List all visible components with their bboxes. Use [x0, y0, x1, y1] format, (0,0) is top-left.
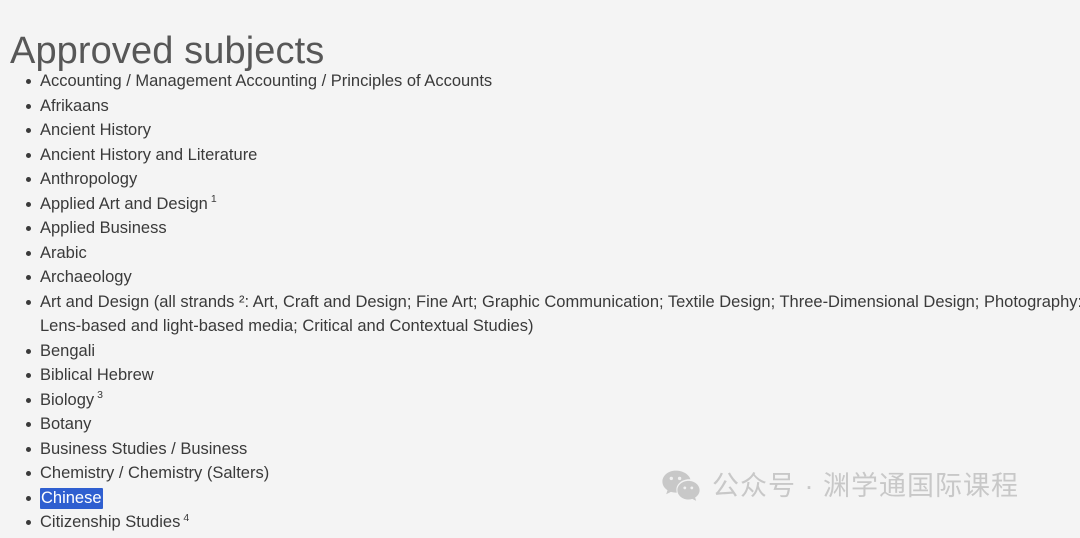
bullet-icon [26, 275, 31, 280]
bullet-icon [26, 79, 31, 84]
watermark: 公众号 · 渊学通国际课程 [662, 470, 1019, 503]
list-item[interactable]: Botany [26, 412, 1080, 437]
list-item[interactable]: Ancient History [26, 118, 1080, 143]
list-item[interactable]: Ancient History and Literature [26, 143, 1080, 168]
list-item-label: Botany [40, 415, 92, 433]
list-item-label: Ancient History and Literature [40, 145, 258, 164]
footnote-marker: 4 [183, 511, 190, 524]
approved-subjects-list: Accounting / Management Accounting / Pri… [0, 69, 1080, 535]
list-item-label: Applied Business [40, 219, 167, 237]
bullet-icon [26, 373, 31, 378]
bullet-icon [26, 128, 31, 133]
list-item-label: Business Studies / Business [40, 439, 248, 458]
list-item-label: Accounting / Management Accounting / Pri… [40, 72, 493, 90]
list-item[interactable]: Archaeology [26, 265, 1080, 290]
selected-text: Chinese [40, 487, 103, 509]
bullet-icon [26, 397, 31, 403]
bullet-icon [26, 422, 31, 427]
bullet-icon [26, 495, 31, 501]
list-item-label: Chemistry / Chemistry (Salters) [40, 464, 270, 482]
bullet-icon [26, 226, 31, 231]
bullet-icon [26, 471, 31, 476]
list-item[interactable]: Art and Design (all strands ²: Art, Craf… [26, 290, 1080, 339]
list-item-label: Art and Design (all strands ²: Art, Craf… [40, 292, 1080, 336]
list-item[interactable]: Citizenship Studies 4 [26, 510, 1080, 535]
bullet-icon [26, 103, 31, 109]
list-item[interactable]: Afrikaans [26, 94, 1080, 119]
list-item[interactable]: Business Studies / Business [26, 437, 1080, 462]
bullet-icon [26, 250, 31, 256]
bullet-icon [26, 201, 31, 207]
list-item[interactable]: Biology 3 [26, 388, 1080, 413]
list-item-label: Arabic [40, 243, 87, 262]
bullet-icon [26, 152, 31, 158]
list-item-label: Biblical Hebrew [40, 366, 154, 384]
bullet-icon [26, 446, 31, 452]
list-item-label: Applied Art and Design [40, 194, 208, 213]
footnote-marker: 1 [210, 193, 217, 205]
list-item[interactable]: Anthropology [26, 167, 1080, 192]
bullet-icon [26, 520, 31, 525]
list-item-label: Biology [40, 390, 95, 409]
footnote-marker: 3 [97, 389, 103, 401]
list-item[interactable]: Bengali [26, 339, 1080, 364]
list-item-label: Afrikaans [40, 96, 109, 115]
list-item-label: Bengali [40, 341, 96, 360]
bullet-icon [26, 348, 31, 354]
list-item-label: Citizenship Studies [40, 513, 181, 531]
list-item[interactable]: Applied Business [26, 216, 1080, 241]
list-item-label: Anthropology [40, 170, 138, 188]
document-page: Approved subjects Accounting / Managemen… [0, 0, 1080, 538]
list-item[interactable]: Biblical Hebrew [26, 363, 1080, 388]
list-item[interactable]: Arabic [26, 241, 1080, 266]
list-item[interactable]: Accounting / Management Accounting / Pri… [26, 69, 1080, 94]
watermark-text: 公众号 · 渊学通国际课程 [712, 471, 1019, 501]
list-item[interactable]: Applied Art and Design 1 [26, 192, 1080, 217]
list-item-label: Ancient History [40, 121, 151, 139]
wechat-icon [662, 470, 700, 503]
bullet-icon [26, 299, 31, 305]
bullet-icon [26, 177, 31, 182]
list-item-label: Archaeology [40, 268, 132, 286]
